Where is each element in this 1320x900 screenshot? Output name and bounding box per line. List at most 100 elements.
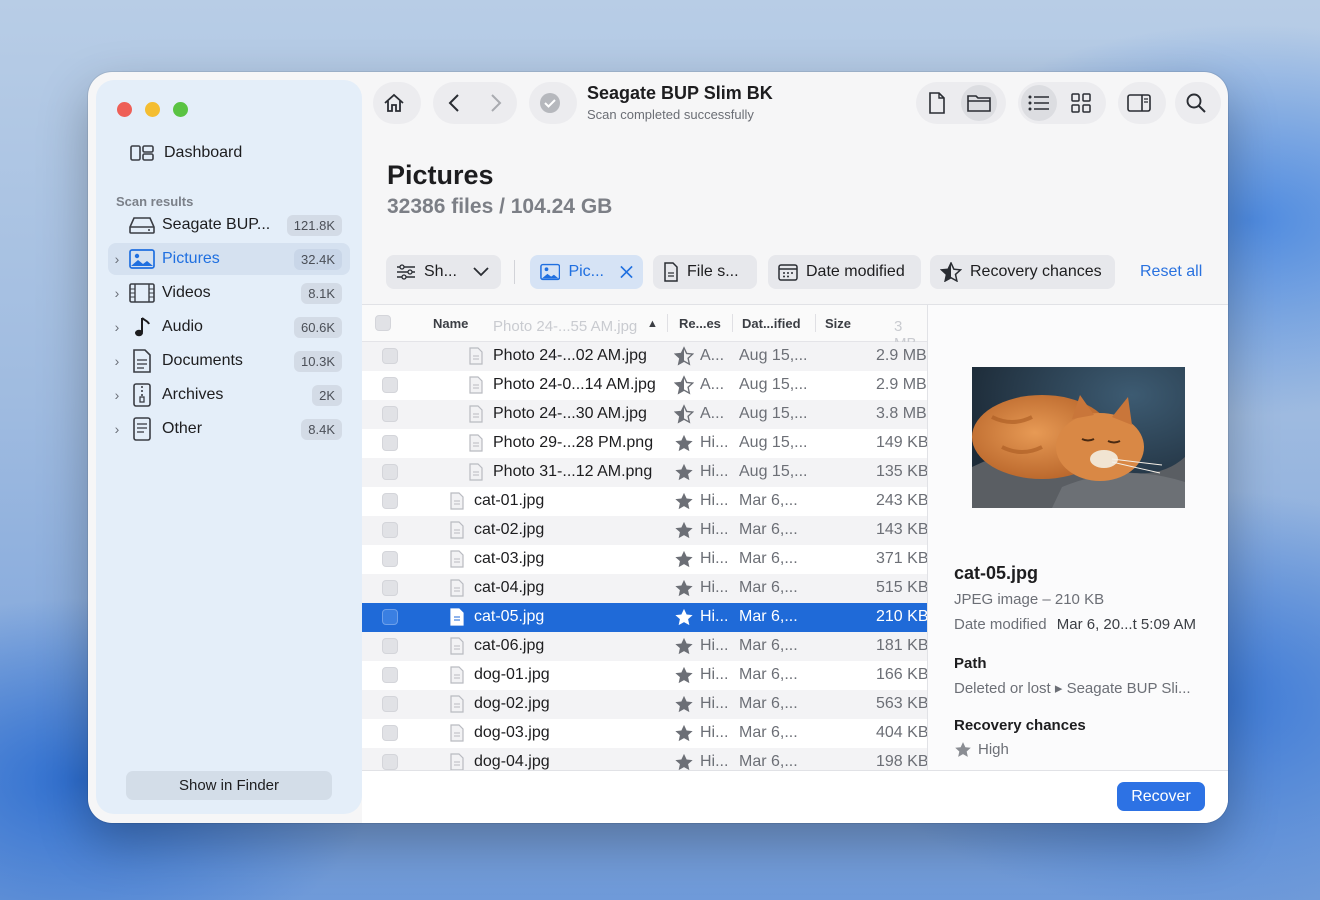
preview-path-value[interactable]: Deleted or lost ▸ Seagate BUP Sli...	[954, 679, 1191, 697]
select-all-checkbox[interactable]	[375, 315, 391, 331]
table-row[interactable]: cat-01.jpg Hi... Mar 6,... 243 KB	[362, 487, 927, 516]
row-checkbox[interactable]	[382, 580, 398, 596]
star-icon	[675, 463, 693, 481]
recovery-chances-filter[interactable]: Recovery chances	[930, 255, 1115, 289]
sidebar-item-videos[interactable]: › Videos 8.1K	[108, 277, 350, 309]
list-view-button[interactable]	[1021, 85, 1057, 121]
chevron-right-icon[interactable]: ›	[108, 285, 126, 301]
scan-status-group	[529, 82, 577, 124]
table-row[interactable]: Photo 24-...30 AM.jpg A... Aug 15,... 3.8 M…	[362, 400, 927, 429]
column-header-name[interactable]: Name	[433, 316, 468, 331]
row-checkbox[interactable]	[382, 696, 398, 712]
row-checkbox[interactable]	[382, 609, 398, 625]
file-size-text: 198 KB	[876, 753, 927, 770]
file-size-text: 515 KB	[876, 579, 927, 596]
row-checkbox[interactable]	[382, 551, 398, 567]
sidebar-item-documents[interactable]: › Documents 10.3K	[108, 345, 350, 377]
table-row[interactable]: dog-02.jpg Hi... Mar 6,... 563 KB	[362, 690, 927, 719]
table-row[interactable]: dog-04.jpg Hi... Mar 6,... 198 KB	[362, 748, 927, 771]
home-button[interactable]	[373, 82, 415, 124]
date-modified-text: Aug 15,...	[739, 434, 808, 451]
row-checkbox[interactable]	[382, 493, 398, 509]
preview-type-size: JPEG image – 210 KB	[954, 591, 1105, 608]
sidebar-item-drive[interactable]: Seagate BUP... 121.8K	[108, 209, 350, 241]
filter-divider	[514, 260, 515, 284]
file-name: Photo 24-...30 AM.jpg	[493, 405, 647, 422]
close-window-button[interactable]	[117, 102, 132, 117]
scan-status-button[interactable]	[529, 82, 571, 124]
table-row[interactable]: cat-03.jpg Hi... Mar 6,... 371 KB	[362, 545, 927, 574]
table-row[interactable]: cat-02.jpg Hi... Mar 6,... 143 KB	[362, 516, 927, 545]
table-row[interactable]: Photo 24-0...14 AM.jpg A... Aug 15,... 2.9 …	[362, 371, 927, 400]
table-row[interactable]: cat-06.jpg Hi... Mar 6,... 181 KB	[362, 632, 927, 661]
file-list: Photo 24-...55 AM.jpg Name ▲ Re...es Dat…	[362, 304, 927, 771]
file-view-button[interactable]	[916, 82, 958, 124]
chevron-right-icon[interactable]: ›	[108, 387, 126, 403]
star-icon	[675, 579, 693, 597]
chevron-right-icon[interactable]: ›	[108, 421, 126, 437]
folder-view-button[interactable]	[961, 85, 997, 121]
home-button-group	[373, 82, 421, 124]
calendar-icon	[778, 264, 798, 281]
toggle-preview-button[interactable]	[1118, 82, 1160, 124]
row-checkbox[interactable]	[382, 725, 398, 741]
show-filter-dropdown[interactable]: Sh...	[386, 255, 501, 289]
file-icon	[450, 666, 464, 684]
date-modified-text: Aug 15,...	[739, 405, 808, 422]
recovery-chance-text: A...	[700, 376, 725, 393]
recovery-chance-text: Hi...	[700, 753, 729, 770]
sidebar-item-label: Videos	[162, 284, 211, 301]
recover-button[interactable]: Recover	[1117, 782, 1205, 811]
reset-all-link[interactable]: Reset all	[1140, 263, 1202, 281]
close-icon[interactable]	[620, 265, 633, 279]
show-in-finder-button[interactable]: Show in Finder	[126, 771, 332, 800]
sidebar-item-audio[interactable]: › Audio 60.6K	[108, 311, 350, 343]
chevron-right-icon[interactable]: ›	[108, 353, 126, 369]
table-row[interactable]: Photo 31-...12 AM.png Hi... Aug 15,... 135 …	[362, 458, 927, 487]
recovery-chance-text: Hi...	[700, 492, 729, 509]
row-checkbox[interactable]	[382, 667, 398, 683]
grid-view-button[interactable]	[1060, 82, 1102, 124]
table-row[interactable]: dog-03.jpg Hi... Mar 6,... 404 KB	[362, 719, 927, 748]
column-header-date[interactable]: Dat...ified	[742, 316, 801, 331]
file-size-text: 3.8 MB	[876, 405, 927, 422]
file-size-filter[interactable]: File s...	[653, 255, 757, 289]
date-modified-filter[interactable]: Date modified	[768, 255, 921, 289]
item-count-badge: 60.6K	[294, 316, 342, 338]
row-checkbox[interactable]	[382, 522, 398, 538]
bottom-bar	[362, 770, 1228, 823]
sidebar-item-label: Documents	[162, 352, 243, 369]
minimize-window-button[interactable]	[145, 102, 160, 117]
sidebar-item-dashboard[interactable]: Dashboard	[130, 140, 242, 166]
chevron-right-icon[interactable]: ›	[108, 319, 126, 335]
row-checkbox[interactable]	[382, 464, 398, 480]
sidebar-item-pictures[interactable]: › Pictures 32.4K	[108, 243, 350, 275]
file-size-text: 166 KB	[876, 666, 927, 683]
drive-title: Seagate BUP Slim BK	[587, 83, 773, 103]
row-checkbox[interactable]	[382, 754, 398, 770]
star-icon	[675, 637, 693, 655]
table-row[interactable]: cat-04.jpg Hi... Mar 6,... 515 KB	[362, 574, 927, 603]
sidebar-item-other[interactable]: › Other 8.4K	[108, 413, 350, 445]
sidebar-item-archives[interactable]: › Archives 2K	[108, 379, 350, 411]
zoom-window-button[interactable]	[173, 102, 188, 117]
row-checkbox[interactable]	[382, 377, 398, 393]
file-size-text: 181 KB	[876, 637, 927, 654]
search-button[interactable]	[1175, 82, 1217, 124]
row-checkbox[interactable]	[382, 348, 398, 364]
forward-button[interactable]	[475, 82, 517, 124]
column-header-recovery[interactable]: Re...es	[679, 316, 721, 331]
row-checkbox[interactable]	[382, 435, 398, 451]
back-button[interactable]	[433, 82, 475, 124]
table-row[interactable]: Photo 29-...28 PM.png Hi... Aug 15,... 149 …	[362, 429, 927, 458]
preview-recovery-value: High	[978, 741, 1009, 758]
column-header-size[interactable]: Size	[825, 316, 851, 331]
table-row[interactable]: dog-01.jpg Hi... Mar 6,... 166 KB	[362, 661, 927, 690]
table-row[interactable]: Photo 24-...02 AM.jpg A... Aug 15,... 2.9 M…	[362, 342, 927, 371]
chevron-right-icon[interactable]: ›	[108, 251, 126, 267]
pictures-filter-chip[interactable]: Pic...	[530, 255, 643, 289]
row-checkbox[interactable]	[382, 406, 398, 422]
row-checkbox[interactable]	[382, 638, 398, 654]
recovery-chance-text: Hi...	[700, 550, 729, 567]
table-row[interactable]: cat-05.jpg Hi... Mar 6,... 210 KB	[362, 603, 927, 632]
